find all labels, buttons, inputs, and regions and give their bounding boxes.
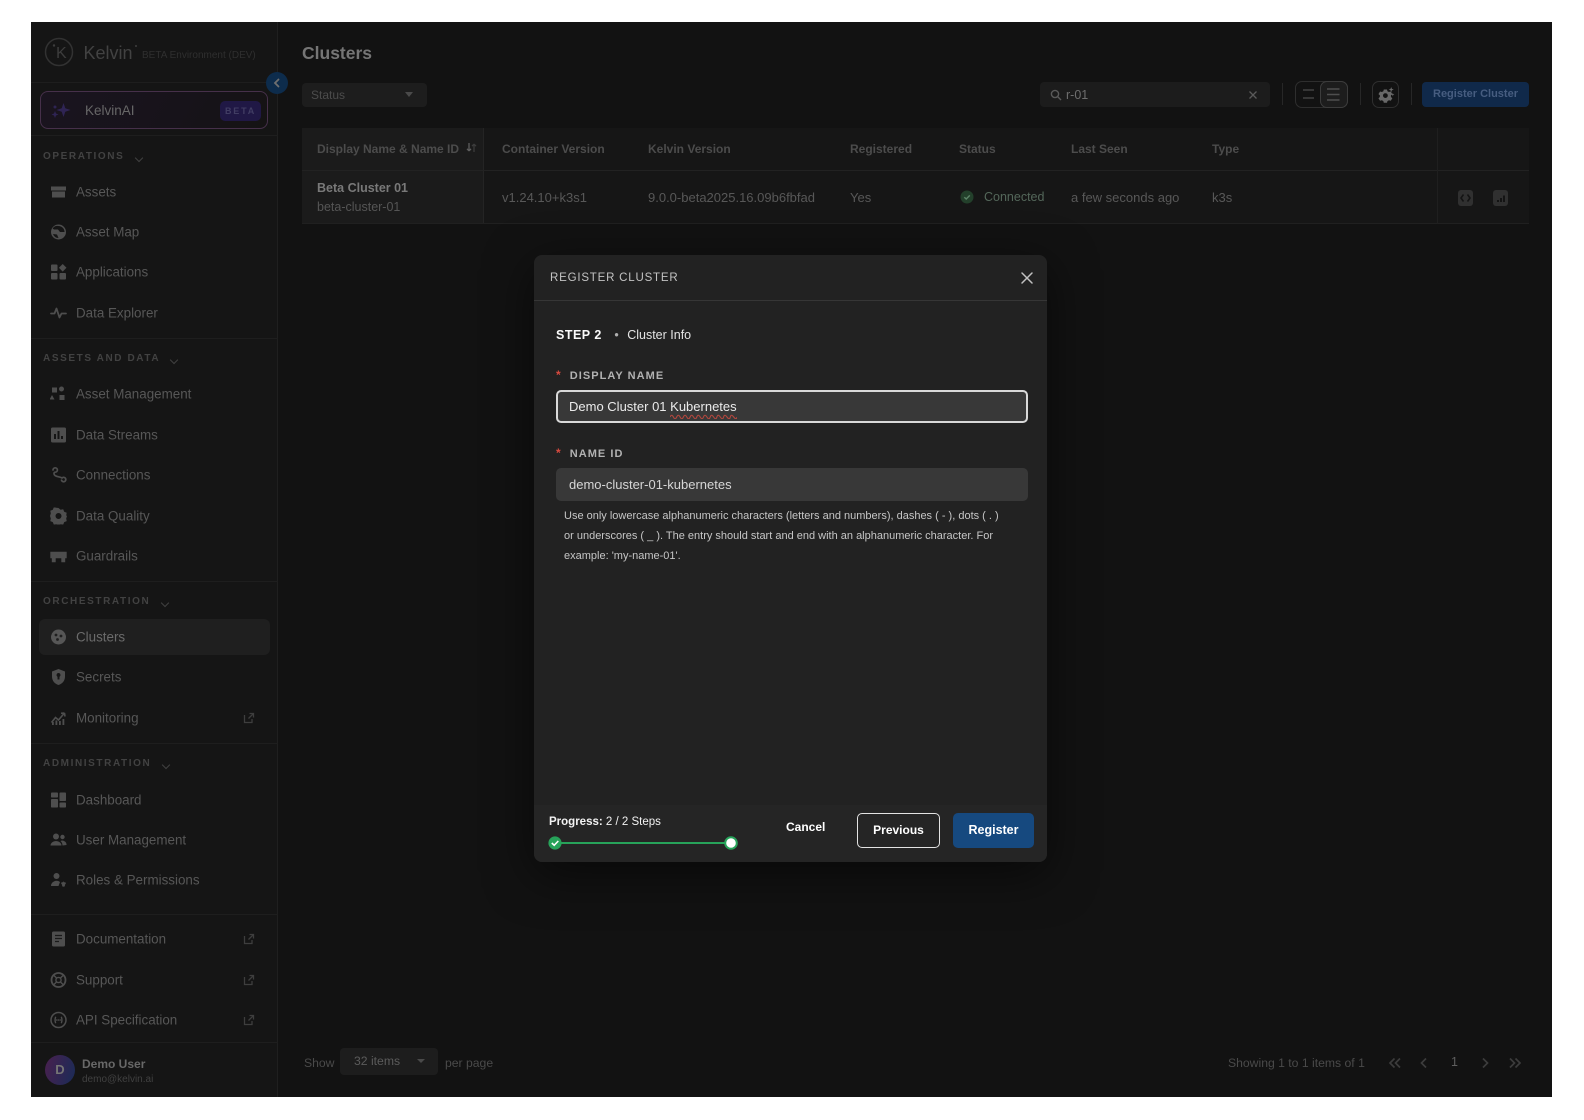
svg-text:K: K (56, 45, 67, 62)
